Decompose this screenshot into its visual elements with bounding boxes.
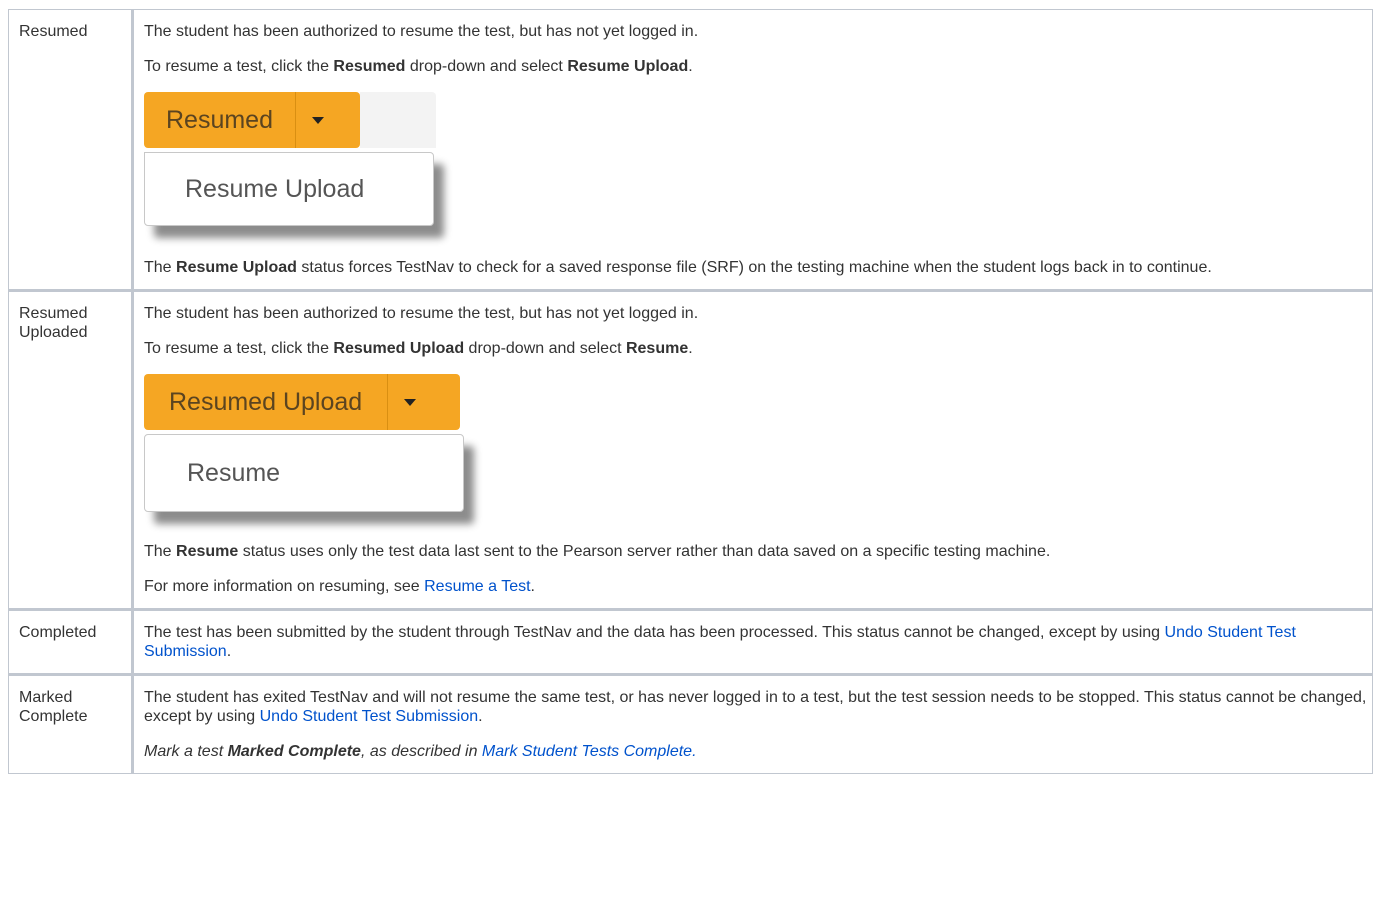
text: . (478, 708, 483, 725)
text: To resume a test, click the (144, 340, 334, 357)
status-table: Resumed The student has been authorized … (8, 9, 1373, 774)
status-description: The student has been authorized to resum… (132, 9, 1373, 291)
paragraph: The Resume status uses only the test dat… (144, 542, 1372, 561)
dropdown: Resumed Resume Upload (144, 92, 434, 226)
resumed-upload-dropdown-button[interactable]: Resumed Upload (144, 374, 460, 430)
status-label: Resumed (8, 9, 134, 291)
resume-a-test-link[interactable]: Resume a Test (424, 578, 530, 595)
bold-text: Resume (625, 340, 689, 357)
resumed-dropdown-button[interactable]: Resumed (144, 92, 360, 148)
status-label: Marked Complete (8, 674, 134, 774)
text: , as described in (360, 743, 482, 760)
paragraph: The student has been authorized to resum… (144, 305, 699, 322)
undo-student-test-submission-link[interactable]: Undo Student Test Submission (260, 708, 479, 725)
paragraph: To resume a test, click the Resumed Uplo… (144, 339, 1372, 358)
text: drop-down and select (464, 340, 626, 357)
text: . (530, 578, 535, 595)
status-description: The student has been authorized to resum… (132, 290, 1373, 610)
bold-text: Resume Upload (176, 259, 297, 276)
text: status forces TestNav to check for a sav… (296, 259, 1212, 276)
status-label: Resumed Uploaded (8, 290, 134, 610)
paragraph: The Resume Upload status forces TestNav … (144, 258, 1372, 277)
status-label: Completed (8, 609, 134, 675)
dropdown: Resumed Upload Resume (144, 374, 464, 512)
resume-upload-menu-item[interactable]: Resume Upload (144, 152, 434, 226)
paragraph: The student has exited TestNav and will … (144, 688, 1372, 726)
paragraph: For more information on resuming, see Re… (144, 577, 1372, 596)
caret-down-icon[interactable] (295, 92, 340, 148)
text: . (688, 58, 693, 75)
text: . (226, 643, 232, 660)
text: . (688, 340, 693, 357)
paragraph: Mark a test Marked Complete, as describe… (144, 742, 1372, 761)
paragraph: The student has been authorized to resum… (144, 23, 699, 40)
text: The (144, 543, 177, 560)
bold-text: Marked Complete (227, 743, 361, 760)
caret-down-icon[interactable] (387, 374, 432, 430)
dropdown-button-label: Resumed Upload (169, 387, 363, 416)
paragraph: To resume a test, click the Resumed drop… (144, 57, 1372, 76)
dropdown-button-label: Resumed (166, 105, 273, 134)
mark-student-tests-complete-link[interactable]: Mark Student Tests Complete. (482, 743, 697, 760)
status-description: The test has been submitted by the stude… (132, 609, 1373, 675)
text: For more information on resuming, see (144, 578, 425, 595)
paragraph: The test has been submitted by the stude… (144, 623, 1372, 661)
dropdown-screenshot: Resumed Upload Resume (144, 374, 466, 512)
table-row: Marked Complete The student has exited T… (8, 674, 1373, 774)
resume-menu-item[interactable]: Resume (144, 434, 464, 512)
dropdown-screenshot: Resumed Resume Upload (144, 92, 436, 226)
bold-text: Resume (176, 543, 239, 560)
text: To resume a test, click the (144, 58, 334, 75)
bold-text: Resume Upload (567, 58, 689, 75)
text: drop-down and select (405, 58, 568, 75)
table-row: Resumed Uploaded The student has been au… (8, 290, 1373, 610)
text: The (144, 259, 177, 276)
bold-text: Resumed Upload (333, 340, 465, 357)
status-description: The student has exited TestNav and will … (132, 674, 1373, 774)
table-row: Completed The test has been submitted by… (8, 609, 1373, 675)
bold-text: Resumed (333, 58, 406, 75)
text: status uses only the test data last sent… (238, 543, 1051, 560)
text: The test has been submitted by the stude… (144, 624, 1165, 641)
table-row: Resumed The student has been authorized … (8, 9, 1373, 291)
text: Mark a test (144, 743, 228, 760)
